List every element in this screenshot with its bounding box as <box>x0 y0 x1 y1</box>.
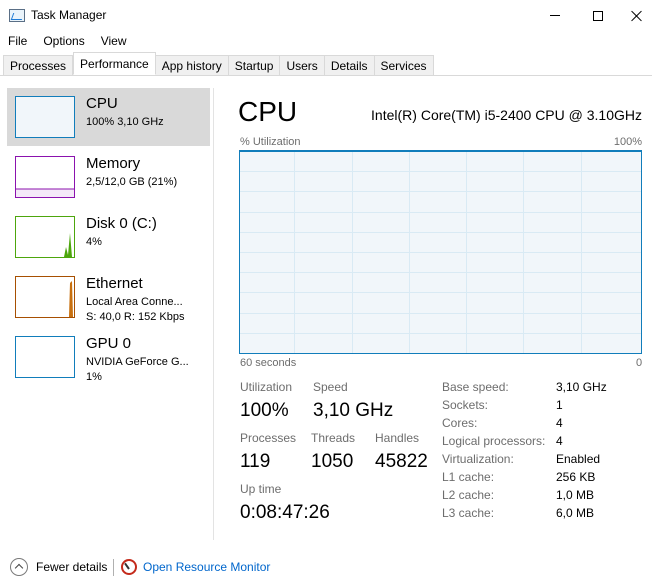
tab-strip: Processes Performance App history Startu… <box>0 51 652 76</box>
spec-label-l1-cache: L1 cache: <box>442 470 495 484</box>
menu-file[interactable]: File <box>0 31 35 51</box>
tab-app-history[interactable]: App history <box>155 55 229 76</box>
sidebar-item-disk[interactable]: Disk 0 (C:) 4% <box>7 208 210 266</box>
spec-label-logical-processors: Logical processors: <box>442 434 546 448</box>
disk-sparkline <box>64 233 72 257</box>
spec-value-l2-cache: 1,0 MB <box>556 488 595 502</box>
memory-thumbnail <box>15 156 75 198</box>
spec-value-cores: 4 <box>556 416 563 430</box>
sidebar-item-detail-2: S: 40,0 R: 152 Kbps <box>86 311 185 323</box>
cpu-model-name: Intel(R) Core(TM) i5-2400 CPU @ 3.10GHz <box>371 107 642 123</box>
menu-bar: File Options View <box>0 31 135 51</box>
close-button[interactable] <box>614 0 652 31</box>
sidebar-item-label: CPU <box>86 95 118 112</box>
cpu-thumbnail <box>15 96 75 138</box>
sidebar-item-detail: Local Area Conne... <box>86 296 183 308</box>
close-icon <box>631 10 643 22</box>
gpu-thumbnail <box>15 336 75 378</box>
performance-sidebar: CPU 100% 3,10 GHz Memory 2,5/12,0 GB (21… <box>0 77 213 540</box>
ethernet-thumbnail <box>15 276 75 318</box>
tab-performance[interactable]: Performance <box>73 52 156 75</box>
tab-users[interactable]: Users <box>280 55 325 76</box>
sidebar-item-label: GPU 0 <box>86 335 132 352</box>
handles-label: Handles <box>375 431 420 445</box>
tab-services[interactable]: Services <box>374 55 434 76</box>
spec-label-l3-cache: L3 cache: <box>442 506 495 520</box>
processes-value: 119 <box>240 451 271 472</box>
utilization-label: Utilization <box>240 380 293 394</box>
uptime-value: 0:08:47:26 <box>240 502 330 523</box>
spec-label-cores: Cores: <box>442 416 478 430</box>
memory-sparkline <box>16 188 74 197</box>
sidebar-item-detail: NVIDIA GeForce G... <box>86 356 189 368</box>
sidebar-item-cpu[interactable]: CPU 100% 3,10 GHz <box>7 88 210 146</box>
sidebar-item-gpu[interactable]: GPU 0 NVIDIA GeForce G... 1% <box>7 328 210 386</box>
utilization-value: 100% <box>240 400 289 421</box>
threads-value: 1050 <box>311 451 354 472</box>
minimize-button[interactable] <box>532 0 578 31</box>
window-title: Task Manager <box>31 8 107 22</box>
spec-label-base-speed: Base speed: <box>442 380 509 394</box>
cpu-utilization-graph <box>239 150 642 354</box>
fewer-details-button[interactable]: Fewer details <box>36 560 107 574</box>
graph-x-left-label: 60 seconds <box>240 357 297 369</box>
spec-label-sockets: Sockets: <box>442 398 489 412</box>
cpu-graph-grid <box>240 151 641 353</box>
menu-options[interactable]: Options <box>35 31 92 51</box>
minimize-icon <box>550 15 560 16</box>
spec-label-l2-cache: L2 cache: <box>442 488 495 502</box>
threads-label: Threads <box>311 431 356 445</box>
tab-startup[interactable]: Startup <box>228 55 281 76</box>
speed-value: 3,10 GHz <box>313 400 394 421</box>
title-bar[interactable]: Task Manager <box>0 0 652 31</box>
processes-label: Processes <box>240 431 297 445</box>
tab-processes[interactable]: Processes <box>3 55 74 76</box>
sidebar-item-ethernet[interactable]: Ethernet Local Area Conne... S: 40,0 R: … <box>7 268 210 326</box>
page-title: CPU <box>238 96 298 127</box>
footer-divider <box>113 559 114 576</box>
task-manager-icon <box>9 9 25 22</box>
sidebar-divider <box>213 88 214 540</box>
sidebar-item-label: Ethernet <box>86 275 143 292</box>
sidebar-item-detail: 100% 3,10 GHz <box>86 116 164 128</box>
tab-details[interactable]: Details <box>324 55 375 76</box>
speed-label: Speed <box>313 380 348 394</box>
spec-value-sockets: 1 <box>556 398 563 412</box>
sidebar-item-memory[interactable]: Memory 2,5/12,0 GB (21%) <box>7 148 210 206</box>
sidebar-item-detail: 4% <box>86 236 102 248</box>
sidebar-item-label: Memory <box>86 155 141 172</box>
spec-label-virtualization: Virtualization: <box>442 452 514 466</box>
handles-value: 45822 <box>375 451 428 472</box>
menu-view[interactable]: View <box>93 31 135 51</box>
ethernet-sparkline <box>69 281 73 317</box>
maximize-icon <box>593 10 603 21</box>
disk-thumbnail <box>15 216 75 258</box>
spec-value-logical-processors: 4 <box>556 434 563 448</box>
spec-value-virtualization: Enabled <box>556 452 601 466</box>
spec-value-l1-cache: 256 KB <box>556 470 596 484</box>
footer-bar: Fewer details Open Resource Monitor <box>0 550 652 585</box>
chevron-up-icon[interactable] <box>10 558 28 576</box>
spec-value-l3-cache: 6,0 MB <box>556 506 595 520</box>
sidebar-item-label: Disk 0 (C:) <box>86 215 157 232</box>
graph-x-right-label: 0 <box>636 357 643 369</box>
sidebar-item-detail: 2,5/12,0 GB (21%) <box>86 176 178 188</box>
uptime-label: Up time <box>240 482 282 496</box>
sidebar-item-detail-2: 1% <box>86 371 102 383</box>
resource-monitor-icon[interactable] <box>121 559 137 575</box>
spec-value-base-speed: 3,10 GHz <box>556 380 607 394</box>
graph-y-label: % Utilization <box>240 136 301 148</box>
open-resource-monitor-link[interactable]: Open Resource Monitor <box>143 560 270 574</box>
graph-y-max-label: 100% <box>613 136 642 148</box>
